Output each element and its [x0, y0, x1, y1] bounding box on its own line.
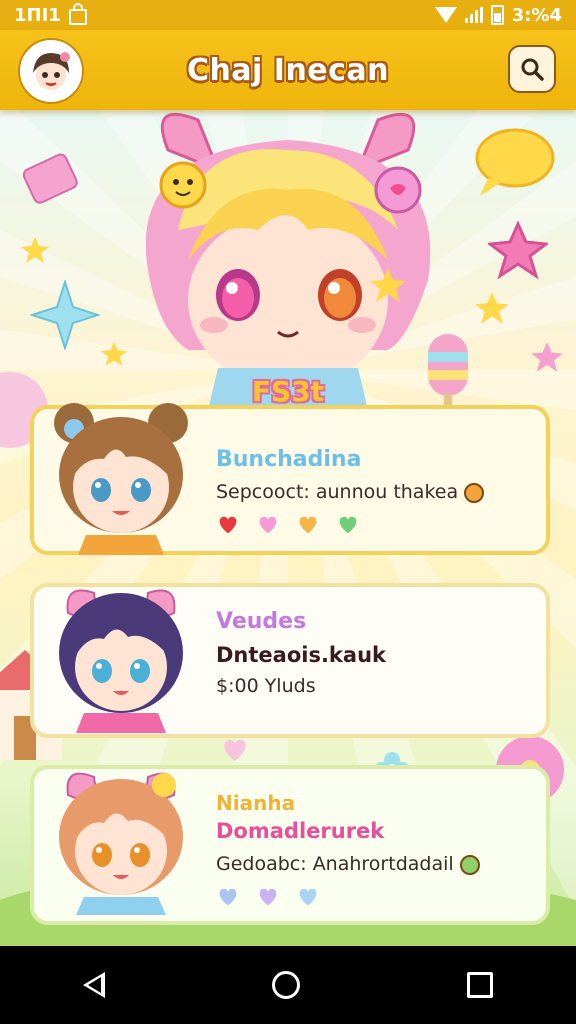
character-avatar	[54, 403, 188, 555]
signal-icon	[464, 7, 483, 23]
system-nav-bar	[0, 946, 576, 1024]
heart-icon	[219, 516, 237, 534]
heart-icon	[224, 739, 246, 761]
coin-icon	[459, 854, 480, 875]
recent-apps-icon[interactable]	[466, 972, 493, 998]
hero-character-illustration	[145, 112, 431, 410]
speech-bubble-decoration	[475, 128, 555, 196]
status-left: 1ΠΙ1	[14, 3, 87, 26]
status-time: 1ΠΙ1	[14, 4, 61, 26]
coin-icon	[464, 482, 485, 503]
profile-avatar-button[interactable]	[20, 40, 82, 102]
heart-icon	[259, 516, 277, 534]
character-description-text: Gedoabc: Anahrortdadail	[216, 853, 454, 875]
character-avatar	[59, 772, 183, 915]
star-icon	[475, 292, 509, 324]
character-description: Gedoabc: Anahrortdadail	[216, 853, 480, 875]
star-icon	[21, 237, 49, 263]
heart-icon	[339, 516, 357, 534]
character-description-text: Sepcooct: aunnou thakea	[216, 481, 459, 503]
star-icon	[531, 342, 563, 372]
character-description: Sepcooct: aunnou thakea	[216, 481, 485, 503]
candy-gem-icon	[22, 153, 78, 204]
character-name: Bunchadina	[216, 447, 362, 472]
star-icon	[488, 220, 548, 280]
sparkle-star-icon	[30, 280, 100, 350]
heart-icon	[259, 888, 277, 906]
character-card[interactable]: Nianha Domadlerurek Gedoabc: Anahrortdad…	[30, 765, 550, 925]
heart-rating	[216, 885, 320, 907]
status-right: 3:%4	[434, 4, 562, 26]
heart-icon	[299, 516, 317, 534]
back-icon[interactable]	[83, 972, 106, 998]
search-icon	[521, 58, 544, 81]
heart-icon	[299, 888, 317, 906]
profile-avatar-icon	[33, 52, 70, 90]
character-name: Nianha	[216, 791, 296, 815]
character-description: Dnteaois.kauk	[216, 643, 386, 667]
app-header: Chaj Inecan	[0, 30, 576, 110]
wifi-icon	[434, 7, 457, 23]
battery-icon	[490, 5, 504, 25]
search-button[interactable]	[508, 45, 556, 93]
character-card[interactable]: Bunchadina Sepcooct: aunnou thakea	[30, 403, 550, 555]
character-title: Domadlerurek	[216, 819, 385, 843]
home-icon[interactable]	[271, 971, 300, 999]
heart-icon	[219, 888, 237, 906]
character-avatar	[59, 589, 183, 733]
battery-text: 3:%4	[511, 4, 562, 26]
status-bar: 1ΠΙ1 3:%4	[0, 0, 576, 30]
lock-icon	[68, 3, 87, 25]
character-card[interactable]: Veudes Dnteaois.kauk $:00 Yluds	[30, 583, 550, 738]
character-name: Veudes	[216, 609, 307, 634]
app-title: Chaj Inecan	[186, 52, 390, 88]
character-price: $:00 Yluds	[216, 675, 316, 697]
heart-rating	[216, 513, 360, 535]
